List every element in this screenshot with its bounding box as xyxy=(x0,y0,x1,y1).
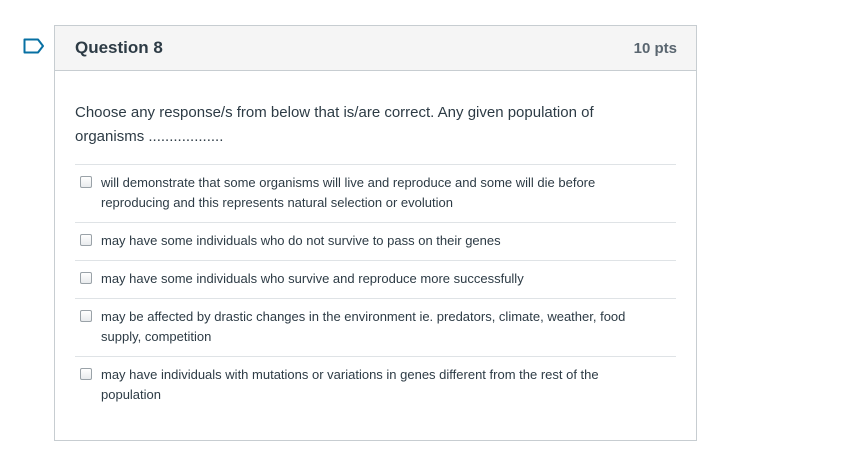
answer-option[interactable]: may have individuals with mutations or v… xyxy=(75,357,676,414)
answer-label[interactable]: may have some individuals who do not sur… xyxy=(101,231,661,251)
question-body: Choose any response/s from below that is… xyxy=(55,71,696,414)
answer-option[interactable]: will demonstrate that some organisms wil… xyxy=(75,165,676,223)
question-title: Question 8 xyxy=(75,38,163,57)
answer-option[interactable]: may be affected by drastic changes in th… xyxy=(75,299,676,357)
answer-checkbox[interactable] xyxy=(80,176,92,188)
question-text: Choose any response/s from below that is… xyxy=(75,104,594,145)
answer-list: will demonstrate that some organisms wil… xyxy=(75,164,676,414)
flag-question-icon[interactable] xyxy=(23,38,45,54)
answer-option[interactable]: may have some individuals who survive an… xyxy=(75,261,676,299)
answer-label[interactable]: may be affected by drastic changes in th… xyxy=(101,307,661,347)
answer-label[interactable]: will demonstrate that some organisms wil… xyxy=(101,173,661,213)
answer-checkbox[interactable] xyxy=(80,368,92,380)
answer-checkbox[interactable] xyxy=(80,272,92,284)
answer-option[interactable]: may have some individuals who do not sur… xyxy=(75,223,676,261)
answer-label[interactable]: may have some individuals who survive an… xyxy=(101,269,661,289)
answer-checkbox[interactable] xyxy=(80,234,92,246)
question-header: Question 8 10 pts xyxy=(55,26,696,71)
question-card: Question 8 10 pts Choose any response/s … xyxy=(54,25,697,441)
answer-checkbox[interactable] xyxy=(80,310,92,322)
answer-label[interactable]: may have individuals with mutations or v… xyxy=(101,365,661,405)
question-points: 10 pts xyxy=(633,39,677,57)
